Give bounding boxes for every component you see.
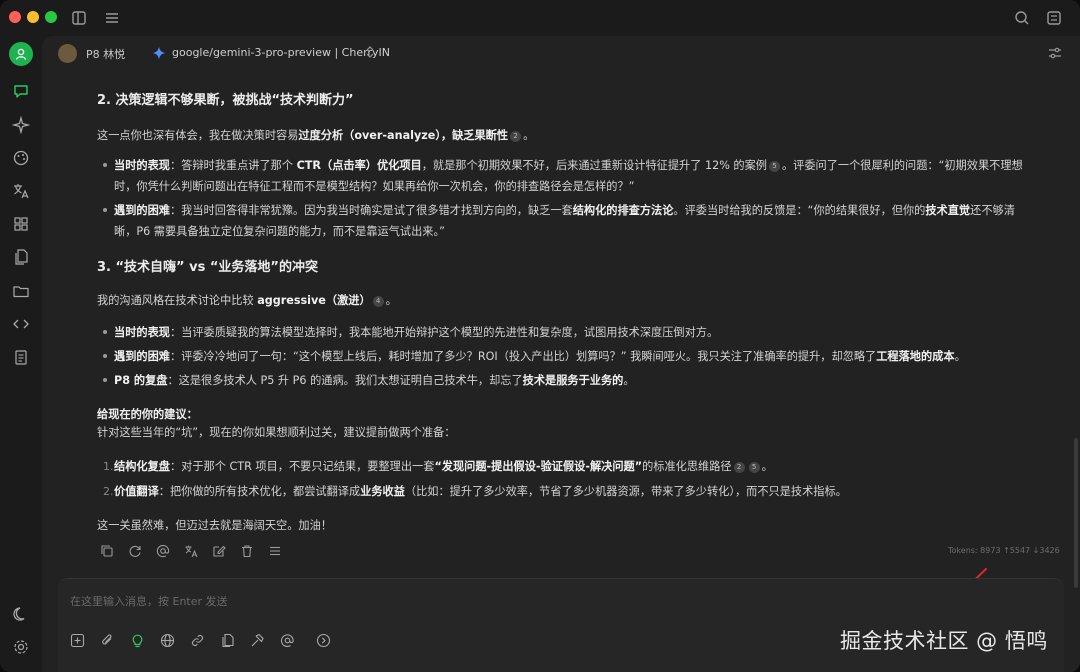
list-number: 2. [103, 485, 114, 498]
menu-icon[interactable] [103, 9, 121, 27]
section-heading-2: 2. 决策逻辑不够果断，被挑战“技术判断力” [97, 93, 354, 108]
new-topic-icon[interactable] [70, 633, 85, 648]
assistant-avatar[interactable] [58, 44, 77, 63]
send-arrow-icon[interactable] [316, 633, 331, 648]
bullet-dot [103, 163, 107, 167]
list-number: 1. [103, 460, 114, 473]
sliders-icon[interactable] [1048, 46, 1062, 60]
title-bar [0, 0, 1080, 36]
list-item: 当时的表现：当评委质疑我的算法模型选择时，我本能地开始辩护这个模型的先进性和复杂… [114, 326, 719, 339]
search-icon[interactable] [1013, 9, 1031, 27]
clipboard-icon [15, 350, 27, 365]
paragraph: 针对这些当年的“坑”，现在的你如果想顺利过关，建议提前做两个准备： [97, 426, 456, 439]
rail-paint-button[interactable] [10, 147, 32, 169]
token-count: Tokens: 8973 ↑5547 ↓3426 [948, 546, 1060, 555]
watermark: 掘金技术社区 @ 悟鸣 [840, 629, 1048, 653]
sparkle-icon [12, 116, 30, 134]
trash-icon[interactable] [240, 544, 254, 558]
paperclip-icon[interactable] [100, 633, 115, 648]
expand-icon[interactable] [1045, 9, 1063, 27]
list-item: 遇到的困难：我当时回答得非常犹豫。因为我当时确实是试了很多错才找到方向的，缺乏一… [114, 204, 1015, 217]
list-item-continued: 时，你凭什么判断问题出在特征工程而不是模型结构？如果再给你一次机会，你的排查路径… [114, 180, 635, 193]
rail-theme-button[interactable] [10, 603, 32, 625]
list-item: P8 的复盘：这是很多技术人 P5 升 P6 的通病。我们太想证明自己技术牛，却… [114, 374, 635, 387]
rail-files-button[interactable] [10, 246, 32, 268]
citation-badge[interactable]: 2 [510, 131, 522, 142]
close-window-button[interactable] [9, 11, 21, 23]
rail-folder-button[interactable] [10, 280, 32, 302]
model-selector[interactable]: google/gemini-3-pro-preview | CherryIN [172, 46, 390, 59]
paragraph: 这一点你也深有体会，我在做决策时容易过度分析（over-analyze），缺乏果… [97, 129, 535, 142]
rail-chat-button[interactable] [10, 80, 32, 102]
more-menu-icon[interactable] [268, 544, 282, 558]
numbered-item: 价值翻译：把你做的所有技术优化，都尝试翻译成业务收益（比如：提升了多少效率，节省… [114, 485, 847, 498]
regenerate-icon[interactable] [128, 544, 142, 558]
closing-line: 这一关虽然难，但迈过去就是海阔天空。加油！ [97, 519, 332, 532]
moon-icon [13, 607, 25, 621]
bullet-dot [103, 378, 107, 382]
user-avatar[interactable] [9, 42, 33, 66]
citation-badge[interactable]: 2 [733, 462, 745, 473]
rail-translate-button[interactable] [10, 180, 32, 202]
numbered-item: 结构化复盘：对于那个 CTR 项目，不要只记结果，要整理出一套“发现问题-提出假… [114, 460, 773, 473]
knowledge-file-icon[interactable] [220, 633, 235, 648]
hammer-icon[interactable] [250, 633, 265, 648]
left-rail [0, 36, 42, 672]
app-window: P8 林悦 google/gemini-3-pro-preview | Cher… [0, 0, 1080, 672]
section-heading-3: 3. “技术自嗨” vs “业务落地”的冲突 [97, 260, 318, 275]
list-item: 当时的表现：答辩时我重点讲了那个 CTR（点击率）优化项目，就是那个初期效果不好… [114, 159, 1023, 172]
assistant-name[interactable]: P8 林悦 [86, 46, 125, 62]
link-icon[interactable] [190, 633, 205, 648]
rail-notes-button[interactable] [10, 346, 32, 368]
rail-settings-button[interactable] [10, 636, 32, 658]
translate-icon [14, 184, 29, 199]
file-stack-icon [15, 249, 28, 265]
message-composer[interactable]: 在这里输入消息，按 Enter 发送 掘金技术社区 @ 悟鸣 [58, 578, 1064, 672]
citation-badge[interactable]: 5 [748, 462, 760, 473]
chat-header: P8 林悦 google/gemini-3-pro-preview | Cher… [42, 36, 1080, 70]
rail-code-button[interactable] [10, 313, 32, 335]
palette-icon [13, 150, 29, 166]
citation-badge[interactable]: 4 [372, 296, 384, 307]
minimize-window-button[interactable] [27, 11, 39, 23]
chevron-updown-icon[interactable] [364, 45, 376, 59]
bullet-dot [103, 330, 107, 334]
user-icon [15, 48, 27, 60]
gemini-icon [152, 46, 166, 60]
globe-icon[interactable] [160, 633, 175, 648]
paragraph: 我的沟通风格在技术讨论中比较 aggressive（激进） 4。 [97, 294, 397, 307]
translate-icon[interactable] [184, 544, 198, 558]
folder-icon [13, 286, 29, 298]
scrollbar-thumb[interactable] [1074, 438, 1078, 588]
mention-icon[interactable] [156, 544, 170, 558]
message-input[interactable]: 在这里输入消息，按 Enter 发送 [70, 593, 228, 609]
bullet-dot [103, 208, 107, 212]
copy-icon[interactable] [100, 544, 114, 558]
at-sign-icon[interactable] [280, 633, 295, 648]
chat-icon [14, 85, 28, 98]
lightbulb-icon[interactable] [130, 633, 145, 648]
rail-apps-button[interactable] [10, 213, 32, 235]
citation-badge[interactable]: 5 [768, 161, 780, 172]
gear-icon [14, 640, 28, 654]
zoom-window-button[interactable] [45, 11, 57, 23]
edit-icon[interactable] [212, 544, 226, 558]
apps-grid-icon [14, 217, 28, 231]
list-item-continued: 晰，P6 需要具备独立定位复杂问题的能力，而不是靠运气试出来。” [114, 225, 445, 238]
code-icon [13, 319, 29, 329]
bullet-dot [103, 354, 107, 358]
list-item: 遇到的困难：评委冷冷地问了一句：“这个模型上线后，耗时增加了多少？ROI（投入产… [114, 350, 966, 363]
chat-panel: P8 林悦 google/gemini-3-pro-preview | Cher… [42, 36, 1080, 672]
rail-assistant-button[interactable] [10, 114, 32, 136]
sidebar-toggle-icon[interactable] [70, 9, 88, 27]
